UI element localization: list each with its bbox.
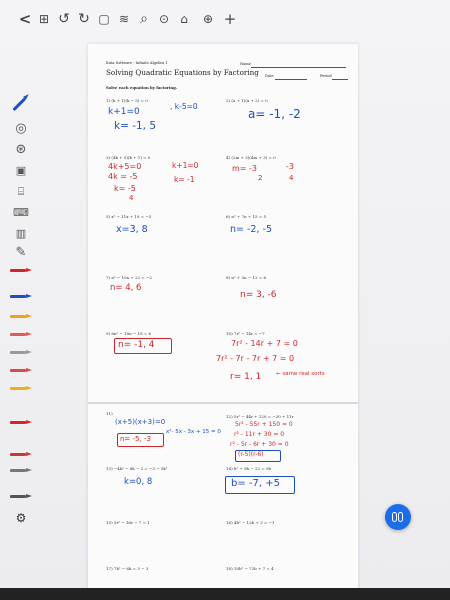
problem-10: 10) 7r² − 14r = −7 (226, 331, 265, 336)
pen-tool-grey[interactable] (10, 348, 34, 357)
text-box-icon[interactable]: ⌸ (10, 185, 32, 199)
back-icon[interactable]: < (18, 12, 32, 27)
page-divider (88, 402, 358, 404)
problem-4: 4) (2m + 3)(4m + 3) = 0 (226, 155, 276, 160)
device-bezel (0, 588, 450, 600)
p11-answer: n= -5, -3 (120, 435, 151, 443)
problem-6: 6) n² + 7n + 15 = 5 (226, 214, 266, 219)
p3-work-3-den: 4 (129, 194, 134, 202)
layers-icon[interactable]: ≋ (117, 12, 131, 26)
p7-answer: n= 4, 6 (110, 283, 142, 293)
p12-work-4: (r-5)(r-6) (238, 451, 264, 458)
search-icon[interactable]: ⌕ (137, 12, 151, 26)
p1-work-2: , k-5=0 (170, 102, 198, 111)
p6-answer: n= -2, -5 (230, 224, 272, 235)
worksheet-page[interactable]: Kuta Software - Infinite Algebra 1 Solvi… (88, 44, 358, 588)
pen-tool-yellow[interactable] (10, 384, 34, 393)
name-line (251, 67, 346, 68)
period-label: Period (320, 74, 332, 78)
p10-work-2: 7r² - 7r - 7r + 7 = 0 (216, 354, 295, 363)
problem-5: 5) x² − 11x + 19 = −5 (106, 214, 152, 219)
pen-tool-dark[interactable] (10, 492, 34, 501)
problem-11: 11) (106, 411, 113, 416)
p5-answer: x=3, 8 (116, 224, 148, 235)
lasso-icon[interactable]: ⊙ (157, 12, 171, 26)
add-icon[interactable]: + (223, 12, 237, 27)
p3-work-4: k+1=0 (172, 161, 199, 170)
p1-answer: k= -1, 5 (114, 120, 157, 132)
p1-work: k+1=0 (108, 107, 140, 117)
p11-work-2: x²- 5x - 3x + 15 = 0 (166, 429, 221, 435)
pen-tool-orange[interactable] (10, 312, 34, 321)
problem-15: 15) 5r² − 16r − 7 = 1 (106, 520, 150, 525)
p11-work: (x+5)(x+3)=0 (115, 418, 166, 426)
problem-13: 13) −4k² − 8k − 3 = −3 − 5k² (106, 466, 168, 471)
reading-mode-button[interactable] (385, 504, 411, 530)
infinity-icon (392, 512, 404, 522)
pen-tool-red-4[interactable] (10, 450, 34, 459)
p4-answer-2-den: 4 (289, 174, 294, 182)
problem-16: 16) 4b² − 12b + 3 = −1 (226, 520, 275, 525)
page-icon[interactable]: ▢ (97, 12, 111, 26)
date-line (275, 79, 307, 80)
p3-work-1: 4k+5=0 (108, 162, 142, 171)
globe-icon[interactable]: ⊕ (201, 12, 215, 26)
p10-work-1: 7r² - 14r + 7 = 0 (231, 339, 298, 348)
p3-work-2: 4k = -5 (108, 172, 138, 181)
p3-work-5: k= -1 (174, 175, 195, 184)
pen-tool-red-3[interactable] (10, 418, 34, 427)
p10-note: ← same real sorts (276, 371, 325, 377)
p4-answer: m= -3 (232, 164, 258, 173)
pen-tool-red[interactable] (10, 266, 34, 275)
p12-work-1: 5r² - 55r + 150 = 0 (235, 421, 293, 428)
book-icon[interactable]: ▥ (10, 227, 32, 241)
pen-tool-red-2[interactable] (10, 366, 34, 375)
worksheet-title: Solving Quadratic Equations by Factoring (106, 68, 259, 77)
undo-icon[interactable]: ↺ (57, 12, 71, 26)
target-icon[interactable]: ◎ (10, 122, 32, 136)
problem-1: 1) (k + 1)(k − 5) = 0 (106, 98, 148, 103)
pen-tool-salmon[interactable] (10, 330, 34, 339)
p12-work-2: r² - 11r + 30 = 0 (234, 431, 285, 438)
pen-tool-blue-2[interactable] (10, 292, 34, 301)
p12-work-3: r² - 5r - 6r + 30 = 0 (230, 441, 289, 448)
problem-17: 17) 7k² − 6k = 3 − 3 (106, 566, 149, 571)
redo-icon[interactable]: ↻ (77, 12, 91, 26)
highlighter-icon[interactable]: ✎ (10, 246, 32, 260)
p8-answer: n= 3, -6 (240, 290, 277, 300)
settings-icon[interactable]: ⚙ (10, 511, 32, 525)
p9-answer: n= -1, 4 (118, 340, 155, 350)
problem-8: 8) n² + 3n − 12 = 6 (226, 275, 266, 280)
p13-answer: k=0, 8 (124, 477, 153, 487)
p14-answer: b= -7, +5 (231, 478, 280, 489)
instructions: Solve each equation by factoring. (106, 85, 178, 90)
problem-12: 12) 5r² − 44r + 120 = −30 + 11r (226, 414, 294, 419)
publisher-label: Kuta Software - Infinite Algebra 1 (106, 61, 168, 65)
problem-18: 18) 10b² − 72b + 7 = 4 (226, 566, 274, 571)
name-label: Name (240, 62, 251, 66)
date-label: Date (265, 74, 274, 78)
problem-14: 14) b² + 9b − 22 = 9b (226, 466, 272, 471)
problem-7: 7) n² − 10n + 22 = −2 (106, 275, 152, 280)
problem-3: 3) (4k + 5)(k + 1) = 0 (106, 155, 151, 160)
p4-answer-den: 2 (258, 174, 263, 182)
keyboard-icon[interactable]: ⌨ (10, 206, 32, 220)
p4-answer-2: -3 (286, 162, 294, 171)
problem-2: 2) (a + 1)(a + 2) = 0 (226, 98, 268, 103)
color-wheel-icon[interactable]: ⊛ (10, 143, 32, 157)
period-line (332, 79, 348, 80)
grid-view-icon[interactable]: ⊞ (37, 12, 51, 26)
notes-app-screen: < ⊞ ↺ ↻ ▢ ≋ ⌕ ⊙ ⌂ ⊕ + ◎ ⊛ ▣ ⌸ ⌨ ▥ ✎ ⚙ Ku… (0, 0, 450, 600)
image-icon[interactable]: ▣ (10, 164, 32, 178)
pen-tool-blue[interactable] (10, 90, 33, 113)
top-toolbar: < ⊞ ↺ ↻ ▢ ≋ ⌕ ⊙ ⌂ ⊕ + (0, 0, 450, 40)
p2-answer: a= -1, -2 (248, 107, 301, 121)
pen-tool-grey-2[interactable] (10, 466, 34, 475)
p3-work-3: k= -5 (114, 184, 136, 193)
home-icon[interactable]: ⌂ (177, 12, 191, 26)
p10-answer: r= 1, 1 (230, 372, 262, 382)
problem-9: 9) 6n² − 18n − 18 = 6 (106, 331, 152, 336)
